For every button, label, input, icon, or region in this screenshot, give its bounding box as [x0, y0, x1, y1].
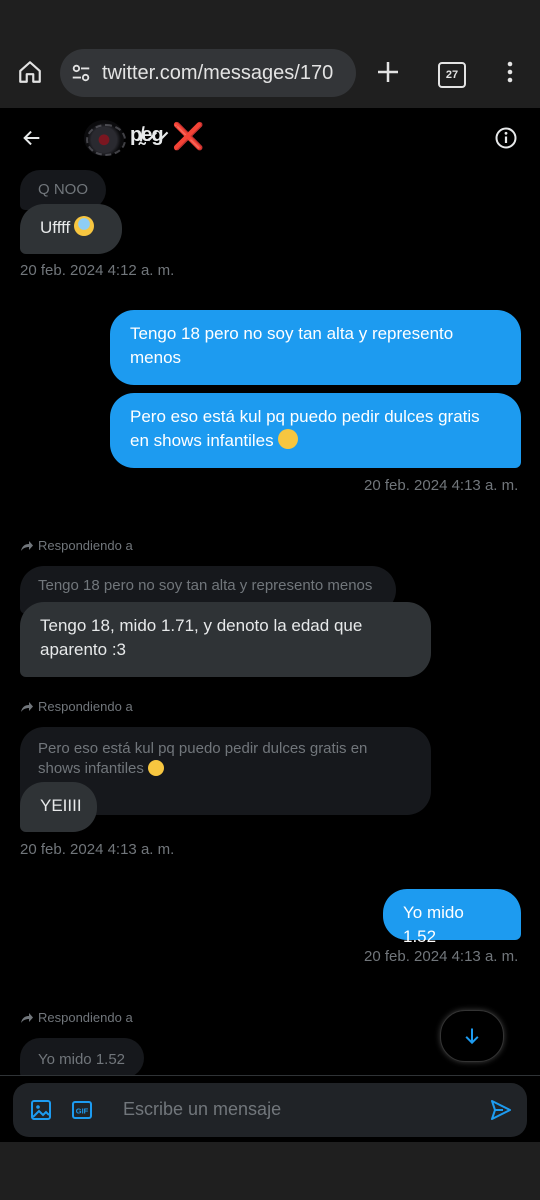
system-status-bar — [0, 0, 540, 38]
message-composer: GIF Escribe un mensaje — [13, 1083, 527, 1137]
message-timestamp: 20 feb. 2024 4:13 a. m. — [20, 841, 175, 858]
message-input[interactable]: Escribe un mensaje — [123, 1099, 281, 1120]
reply-arrow-icon — [21, 1012, 33, 1023]
anxious-face-emoji-icon — [74, 216, 95, 236]
message-text: Tengo 18, mido 1.71, y denoto la edad qu… — [40, 616, 363, 659]
replying-label: Respondiendo a — [38, 699, 133, 714]
received-message[interactable]: Uffff — [20, 204, 122, 254]
sent-message[interactable]: Pero eso está kul pq puedo pedir dulces … — [110, 393, 521, 468]
image-icon[interactable] — [29, 1098, 53, 1122]
send-icon[interactable] — [489, 1098, 513, 1122]
message-text: Uffff — [40, 218, 71, 237]
quoted-text: Tengo 18 pero no soy tan alta y represen… — [38, 577, 373, 594]
quoted-text: Q NOO — [38, 181, 89, 198]
quoted-message[interactable]: Yo mido 1.52 — [20, 1038, 144, 1078]
arrow-down-icon — [465, 1028, 479, 1045]
received-message[interactable]: YEIIII — [20, 782, 97, 832]
quoted-text: Yo mido 1.52 — [38, 1051, 126, 1068]
message-text: Tengo 18 pero no soy tan alta y represen… — [130, 324, 454, 367]
message-timestamp: 20 feb. 2024 4:13 a. m. — [364, 948, 519, 965]
conversation-header — [0, 108, 540, 168]
system-navigation-bar — [0, 1142, 540, 1200]
message-timestamp: 20 feb. 2024 4:13 a. m. — [364, 477, 519, 494]
contact-avatar[interactable] — [84, 120, 126, 156]
new-tab-icon[interactable] — [370, 54, 406, 90]
message-text: Pero eso está kul pq puedo pedir dulces … — [130, 407, 480, 450]
replying-indicator: Respondiendo a — [20, 699, 133, 714]
smirking-cat-emoji-icon — [277, 429, 298, 449]
tab-count: 27 — [445, 69, 459, 81]
smirking-cat-emoji-icon — [147, 760, 164, 776]
reply-arrow-icon — [21, 540, 33, 551]
scroll-to-bottom-button[interactable] — [440, 1010, 504, 1062]
replying-indicator: Respondiendo a — [20, 1010, 133, 1025]
back-arrow-icon[interactable] — [14, 120, 50, 156]
contact-name-emoji: ❌ — [172, 121, 205, 151]
gif-icon[interactable]: GIF — [70, 1098, 94, 1122]
url-text: twitter.com/messages/170 — [102, 61, 334, 84]
replying-label: Respondiendo a — [38, 1010, 133, 1025]
received-message[interactable]: Tengo 18, mido 1.71, y denoto la edad qu… — [20, 602, 431, 677]
site-settings-icon[interactable] — [70, 62, 92, 84]
menu-dots-icon[interactable] — [492, 54, 528, 90]
tab-switcher-button[interactable]: 27 — [438, 62, 466, 88]
info-icon[interactable] — [488, 120, 524, 156]
message-text: YEIIII — [40, 796, 82, 815]
address-bar[interactable]: twitter.com/messages/170 — [60, 49, 356, 97]
home-icon[interactable] — [12, 54, 48, 90]
quoted-text: Pero eso está kul pq puedo pedir dulces … — [38, 740, 368, 777]
reply-arrow-icon — [21, 701, 33, 712]
sent-message[interactable]: Yo mido 1.52 — [383, 889, 521, 946]
contact-name[interactable]: p̸̰e̷g̷ — [130, 124, 164, 147]
sent-message[interactable]: Tengo 18 pero no soy tan alta y represen… — [110, 310, 521, 385]
replying-indicator: Respondiendo a — [20, 538, 133, 553]
replying-label: Respondiendo a — [38, 538, 133, 553]
message-text: Yo mido 1.52 — [403, 903, 464, 946]
message-timestamp: 20 feb. 2024 4:12 a. m. — [20, 262, 175, 279]
svg-text:GIF: GIF — [76, 1107, 89, 1116]
